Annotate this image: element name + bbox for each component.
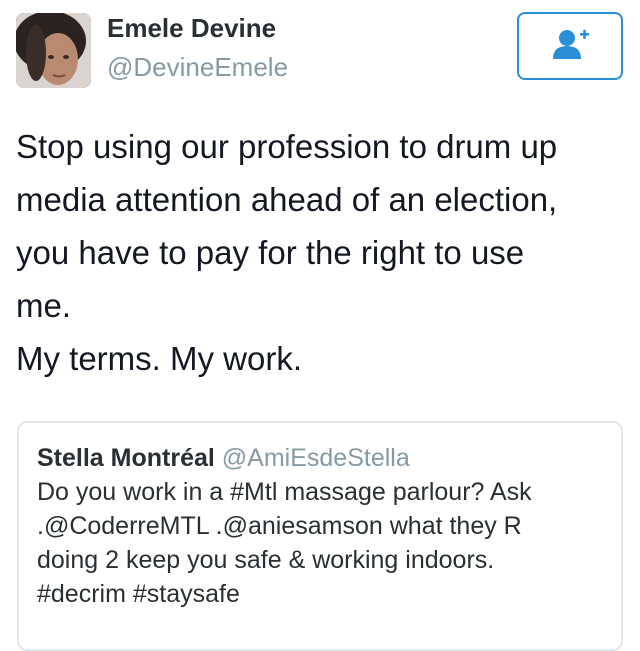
- quoted-handle: @AmiEsdeStella: [221, 444, 410, 472]
- tweet-line: My terms. My work.: [16, 340, 302, 377]
- quoted-display-name: Stella Montréal: [37, 444, 215, 472]
- tweet-line: Stop using our profession to drum up: [16, 128, 558, 165]
- quoted-tweet-line: #decrim #staysafe: [37, 580, 240, 608]
- quoted-tweet-text: Do you work in a #Mtl massage parlour? A…: [37, 475, 605, 611]
- quoted-tweet-card[interactable]: Stella Montréal @AmiEsdeStella Do you wo…: [17, 421, 623, 651]
- tweet-text: Stop using our profession to drum up med…: [16, 120, 626, 385]
- display-name[interactable]: Emele Devine: [107, 13, 276, 44]
- quoted-tweet-line: Do you work in a #Mtl massage parlour? A…: [37, 478, 532, 506]
- tweet-line: you have to pay for the right to use: [16, 234, 525, 271]
- avatar-photo: [16, 13, 91, 88]
- tweet-line: me.: [16, 287, 72, 324]
- quoted-tweet-line: doing 2 keep you safe & working indoors.: [37, 546, 495, 574]
- add-user-icon: [550, 27, 590, 66]
- user-handle[interactable]: @DevineEmele: [107, 52, 288, 83]
- follow-button[interactable]: [517, 12, 623, 80]
- tweet-line: media attention ahead of an election,: [16, 181, 558, 218]
- quoted-tweet-header: Stella Montréal @AmiEsdeStella: [37, 441, 605, 475]
- quoted-tweet-line: .@CoderreMTL .@aniesamson what they R: [37, 512, 522, 540]
- avatar[interactable]: [16, 13, 91, 88]
